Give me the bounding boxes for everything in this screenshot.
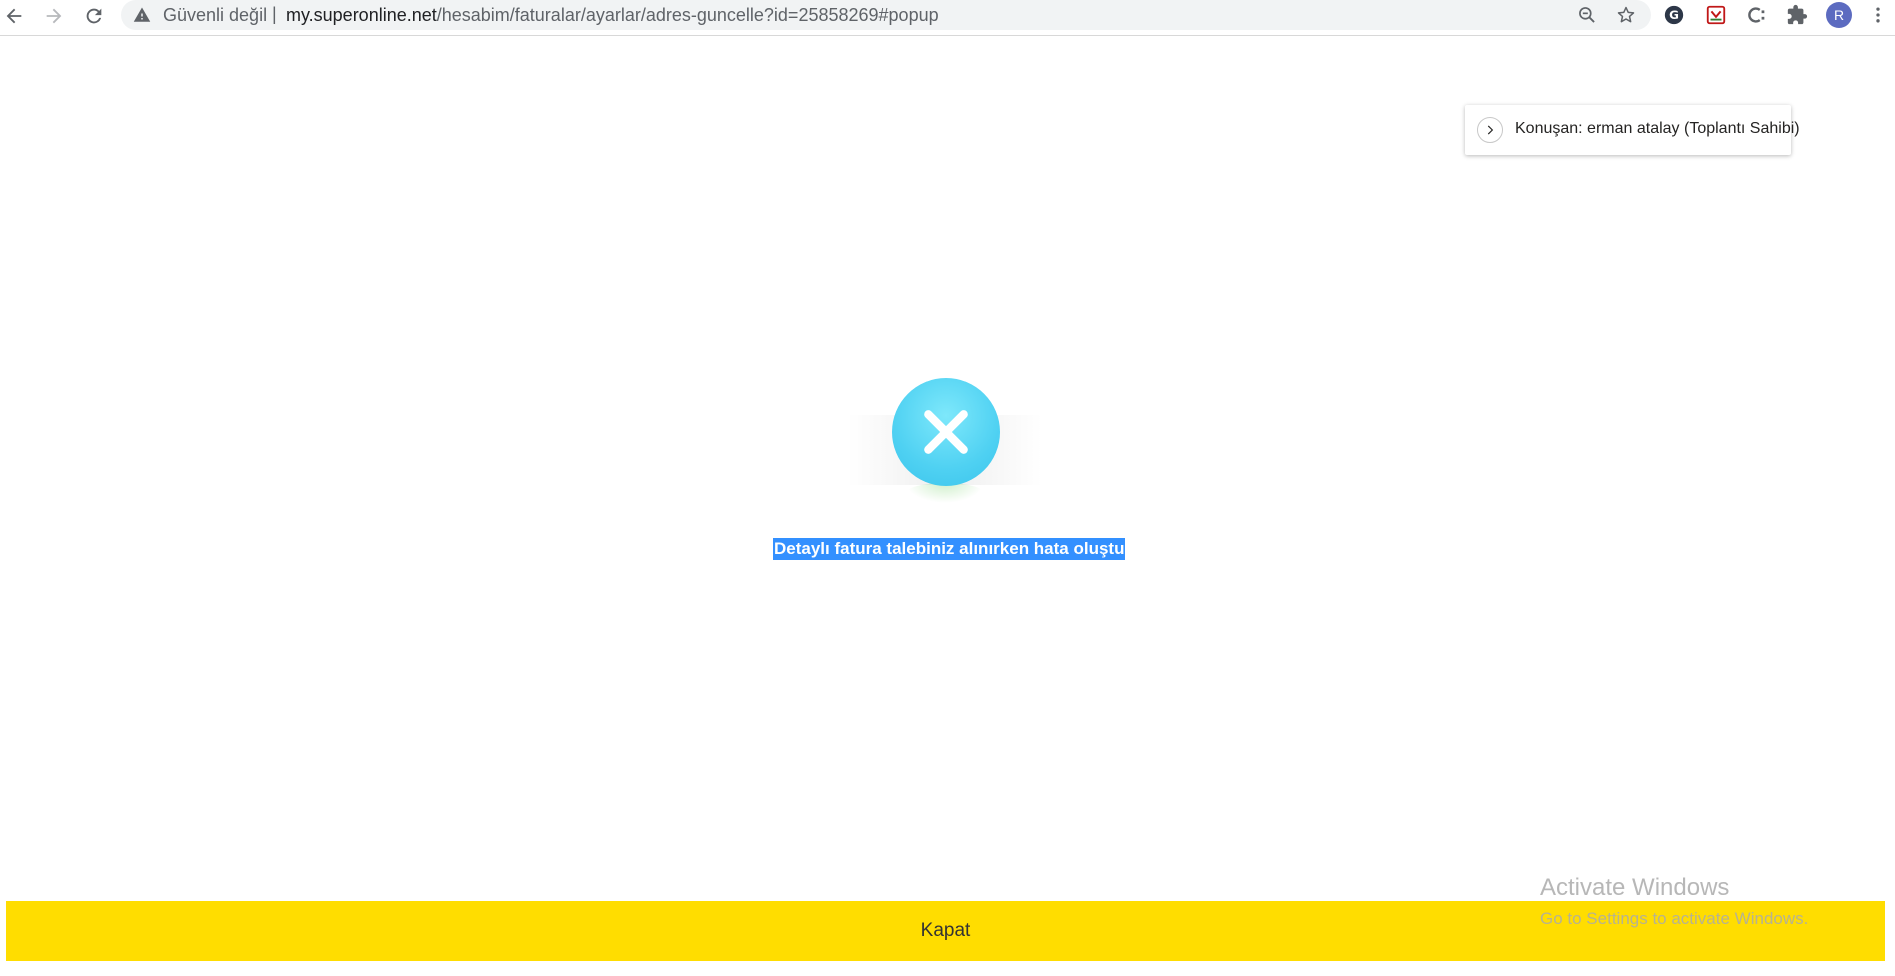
svg-text:G: G [1669, 8, 1679, 22]
reload-button[interactable] [80, 2, 108, 30]
address-bar[interactable]: Güvenli değil | my.superonline.net/hesab… [121, 0, 1651, 30]
security-status[interactable]: Güvenli değil [163, 5, 267, 26]
error-x-icon [892, 378, 1000, 486]
zoom-button[interactable] [1576, 4, 1598, 26]
grammar-extension-icon: G [1664, 5, 1684, 25]
forward-icon [46, 8, 62, 24]
warning-icon[interactable] [133, 6, 151, 24]
url-path: /hesabim/faturalar/ayarlar/adres-guncell… [436, 5, 939, 25]
speaker-notification: Konuşan: erman atalay (Toplantı Sahibi) [1465, 105, 1800, 155]
c-extension-icon [1748, 7, 1765, 23]
error-reflection [906, 483, 984, 503]
profile-avatar[interactable]: R [1826, 2, 1852, 28]
mcafee-extension-icon [1706, 5, 1726, 25]
error-graphic [848, 375, 1042, 505]
close-button[interactable]: Kapat [6, 901, 1885, 961]
x-mark [924, 410, 968, 454]
error-message: Detaylı fatura talebiniz alınırken hata … [773, 538, 1126, 560]
zoom-out-icon [1579, 7, 1595, 23]
bookmark-button[interactable] [1615, 4, 1637, 26]
watermark-title: Activate Windows [1540, 874, 1730, 901]
speaker-label: Konuşan: erman atalay (Toplantı Sahibi) [1515, 120, 1800, 137]
star-icon [1617, 6, 1635, 23]
forward-button[interactable] [40, 2, 68, 30]
chevron-right-icon [1487, 125, 1494, 135]
back-icon [6, 8, 22, 24]
url-text[interactable]: my.superonline.net/hesabim/faturalar/aya… [286, 5, 939, 26]
menu-icon [1876, 7, 1880, 23]
grammar-extension-button[interactable]: G [1662, 3, 1686, 27]
puzzle-icon [1787, 4, 1808, 25]
reload-icon [86, 8, 102, 24]
back-button[interactable] [0, 2, 28, 30]
mcafee-extension-button[interactable] [1704, 3, 1728, 27]
url-host: my.superonline.net [286, 5, 437, 25]
browser-toolbar: Güvenli değil | my.superonline.net/hesab… [0, 0, 1895, 36]
close-button-label: Kapat [920, 920, 971, 941]
c-extension-button[interactable] [1745, 3, 1769, 27]
speaker-expand-button[interactable] [1477, 117, 1503, 143]
browser-menu-button[interactable] [1868, 3, 1888, 27]
security-separator: | [272, 4, 277, 24]
extensions-button[interactable] [1785, 3, 1809, 27]
